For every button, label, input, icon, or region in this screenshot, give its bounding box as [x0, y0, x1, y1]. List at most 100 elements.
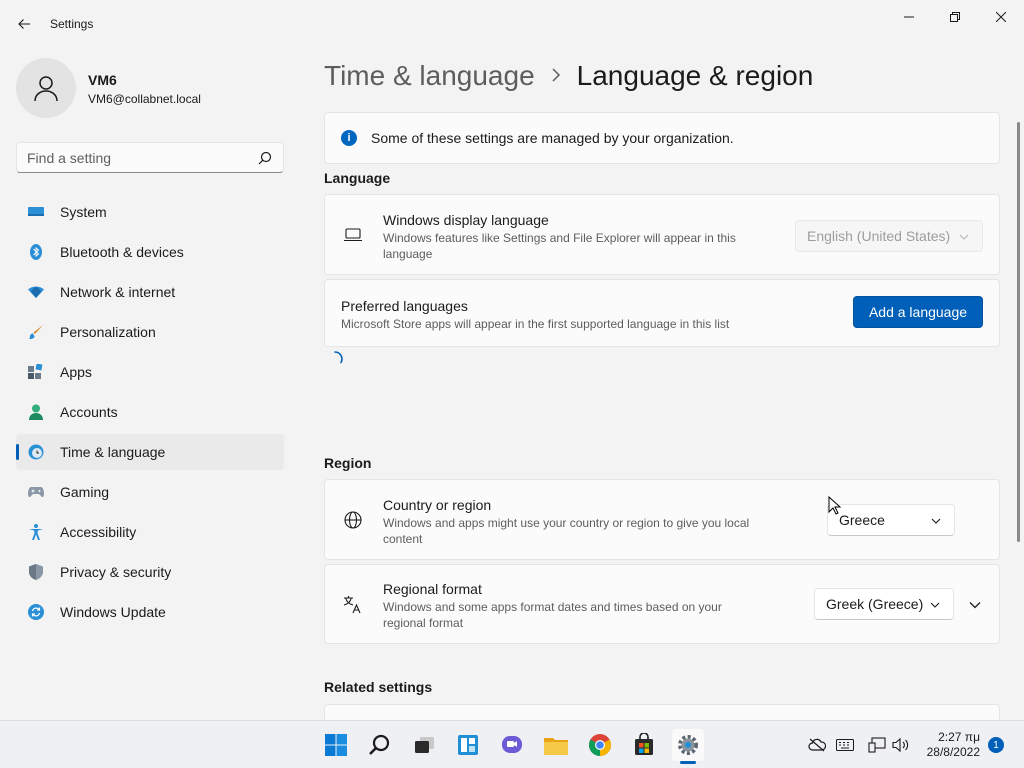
- sidebar-item-personalization[interactable]: Personalization: [16, 314, 284, 350]
- country-region-title: Country or region: [383, 497, 492, 513]
- related-settings-title: Related settings: [324, 679, 433, 695]
- sidebar-item-accounts[interactable]: Accounts: [16, 394, 284, 430]
- search-icon: [258, 151, 272, 165]
- taskbar-search-button[interactable]: [364, 729, 396, 761]
- shield-icon: [28, 564, 44, 580]
- regional-format-card[interactable]: Regional format Windows and some apps fo…: [324, 564, 1000, 644]
- gamepad-icon: [28, 484, 44, 500]
- language-format-icon: [343, 594, 363, 614]
- taskbar-chat-button[interactable]: [496, 729, 528, 761]
- display-language-title: Windows display language: [383, 212, 549, 228]
- taskbar-clock[interactable]: 2:27 πμ 28/8/2022: [918, 730, 980, 760]
- cloud-offline-icon: [808, 738, 826, 752]
- brush-icon: [28, 324, 44, 340]
- sidebar-item-windows-update[interactable]: Windows Update: [16, 594, 284, 630]
- active-indicator: [16, 444, 19, 460]
- country-region-dropdown[interactable]: Greece: [827, 504, 955, 536]
- country-region-value: Greece: [839, 512, 885, 528]
- close-icon: [996, 12, 1006, 22]
- search-box[interactable]: [16, 142, 284, 173]
- page-title: Language & region: [576, 60, 814, 91]
- search-icon: [369, 734, 390, 755]
- chat-icon: [502, 736, 522, 753]
- preferred-languages-title: Preferred languages: [341, 298, 468, 314]
- wifi-icon: [28, 284, 44, 300]
- regional-format-dropdown[interactable]: Greek (Greece): [814, 588, 954, 620]
- sidebar-item-label: Accounts: [60, 404, 118, 420]
- country-region-description: Windows and apps might use your country …: [383, 516, 750, 546]
- sidebar-item-label: Privacy & security: [60, 564, 172, 580]
- apps-icon: [28, 364, 44, 380]
- profile-name: VM6: [88, 72, 117, 88]
- taskbar-task-view-button[interactable]: [408, 729, 440, 761]
- minimize-button[interactable]: [886, 4, 932, 30]
- chevron-down-icon: [931, 518, 941, 524]
- keyboard-icon: [836, 739, 854, 751]
- taskbar-settings-button[interactable]: [672, 729, 704, 761]
- taskbar-chrome-button[interactable]: [584, 729, 616, 761]
- globe-icon: [343, 510, 363, 530]
- sidebar-item-gaming[interactable]: Gaming: [16, 474, 284, 510]
- maximize-button[interactable]: [932, 4, 978, 30]
- mouse-cursor-icon: [828, 496, 842, 515]
- regional-format-description: Windows and some apps format dates and t…: [383, 600, 722, 630]
- sidebar-item-label: Bluetooth & devices: [60, 244, 184, 260]
- display-language-value: English (United States): [807, 228, 951, 244]
- clock-date: 28/8/2022: [926, 745, 980, 759]
- display-language-dropdown[interactable]: English (United States): [795, 220, 983, 252]
- task-view-icon: [415, 737, 434, 753]
- accessibility-icon: [28, 524, 44, 540]
- network-tray-button[interactable]: [868, 737, 886, 753]
- clock-time: 2:27 πμ: [938, 730, 980, 744]
- sidebar-nav: System Bluetooth & devices Network & int…: [16, 194, 284, 634]
- sidebar-item-accessibility[interactable]: Accessibility: [16, 514, 284, 550]
- volume-tray-button[interactable]: [892, 737, 910, 753]
- sidebar-item-label: Time & language: [60, 444, 166, 460]
- sidebar-item-time-language[interactable]: Time & language: [16, 434, 284, 470]
- profile-email: VM6@collabnet.local: [88, 92, 201, 106]
- chevron-down-icon: [969, 602, 981, 609]
- close-button[interactable]: [978, 4, 1024, 30]
- settings-icon: [678, 735, 698, 755]
- volume-icon: [892, 737, 909, 753]
- sidebar-item-system[interactable]: System: [16, 194, 284, 230]
- display-language-description: Windows features like Settings and File …: [383, 231, 736, 261]
- regional-format-expand-button[interactable]: [965, 595, 985, 615]
- managed-by-org-banner: i Some of these settings are managed by …: [324, 112, 1000, 164]
- sidebar-item-label: Personalization: [60, 324, 156, 340]
- network-icon: [868, 737, 886, 753]
- sidebar-item-apps[interactable]: Apps: [16, 354, 284, 390]
- language-section-title: Language: [324, 170, 391, 186]
- taskbar-widgets-button[interactable]: [452, 729, 484, 761]
- breadcrumb-parent-link[interactable]: Time & language: [324, 60, 535, 92]
- info-icon: i: [341, 130, 357, 146]
- sidebar-item-bluetooth[interactable]: Bluetooth & devices: [16, 234, 284, 270]
- related-settings-card[interactable]: [324, 704, 1000, 720]
- person-icon: [34, 76, 58, 102]
- taskbar-file-explorer-button[interactable]: [540, 729, 572, 761]
- breadcrumb: Time & language Language & region: [324, 58, 813, 94]
- add-language-button[interactable]: Add a language: [853, 296, 983, 328]
- chevron-down-icon: [930, 602, 940, 608]
- onedrive-tray-button[interactable]: [808, 737, 826, 753]
- scrollbar-thumb[interactable]: [1017, 122, 1020, 542]
- taskbar-start-button[interactable]: [320, 729, 352, 761]
- notification-badge[interactable]: 1: [988, 737, 1004, 753]
- search-input[interactable]: [27, 149, 247, 167]
- store-icon: [635, 733, 653, 755]
- regional-format-value: Greek (Greece): [826, 596, 924, 612]
- sidebar-item-label: System: [60, 204, 107, 220]
- back-button[interactable]: [10, 10, 38, 38]
- breadcrumb-separator: [551, 65, 561, 88]
- back-arrow-icon: [18, 19, 30, 29]
- sidebar-item-network[interactable]: Network & internet: [16, 274, 284, 310]
- avatar[interactable]: [16, 58, 76, 118]
- display-language-card: Windows display language Windows feature…: [324, 194, 1000, 275]
- taskbar-store-button[interactable]: [628, 729, 660, 761]
- loading-spinner-icon: [334, 351, 343, 364]
- minimize-icon: [904, 16, 914, 18]
- region-section-title: Region: [324, 455, 372, 471]
- input-indicator-tray-button[interactable]: [836, 737, 854, 753]
- sidebar-item-privacy[interactable]: Privacy & security: [16, 554, 284, 590]
- sidebar-item-label: Gaming: [60, 484, 110, 500]
